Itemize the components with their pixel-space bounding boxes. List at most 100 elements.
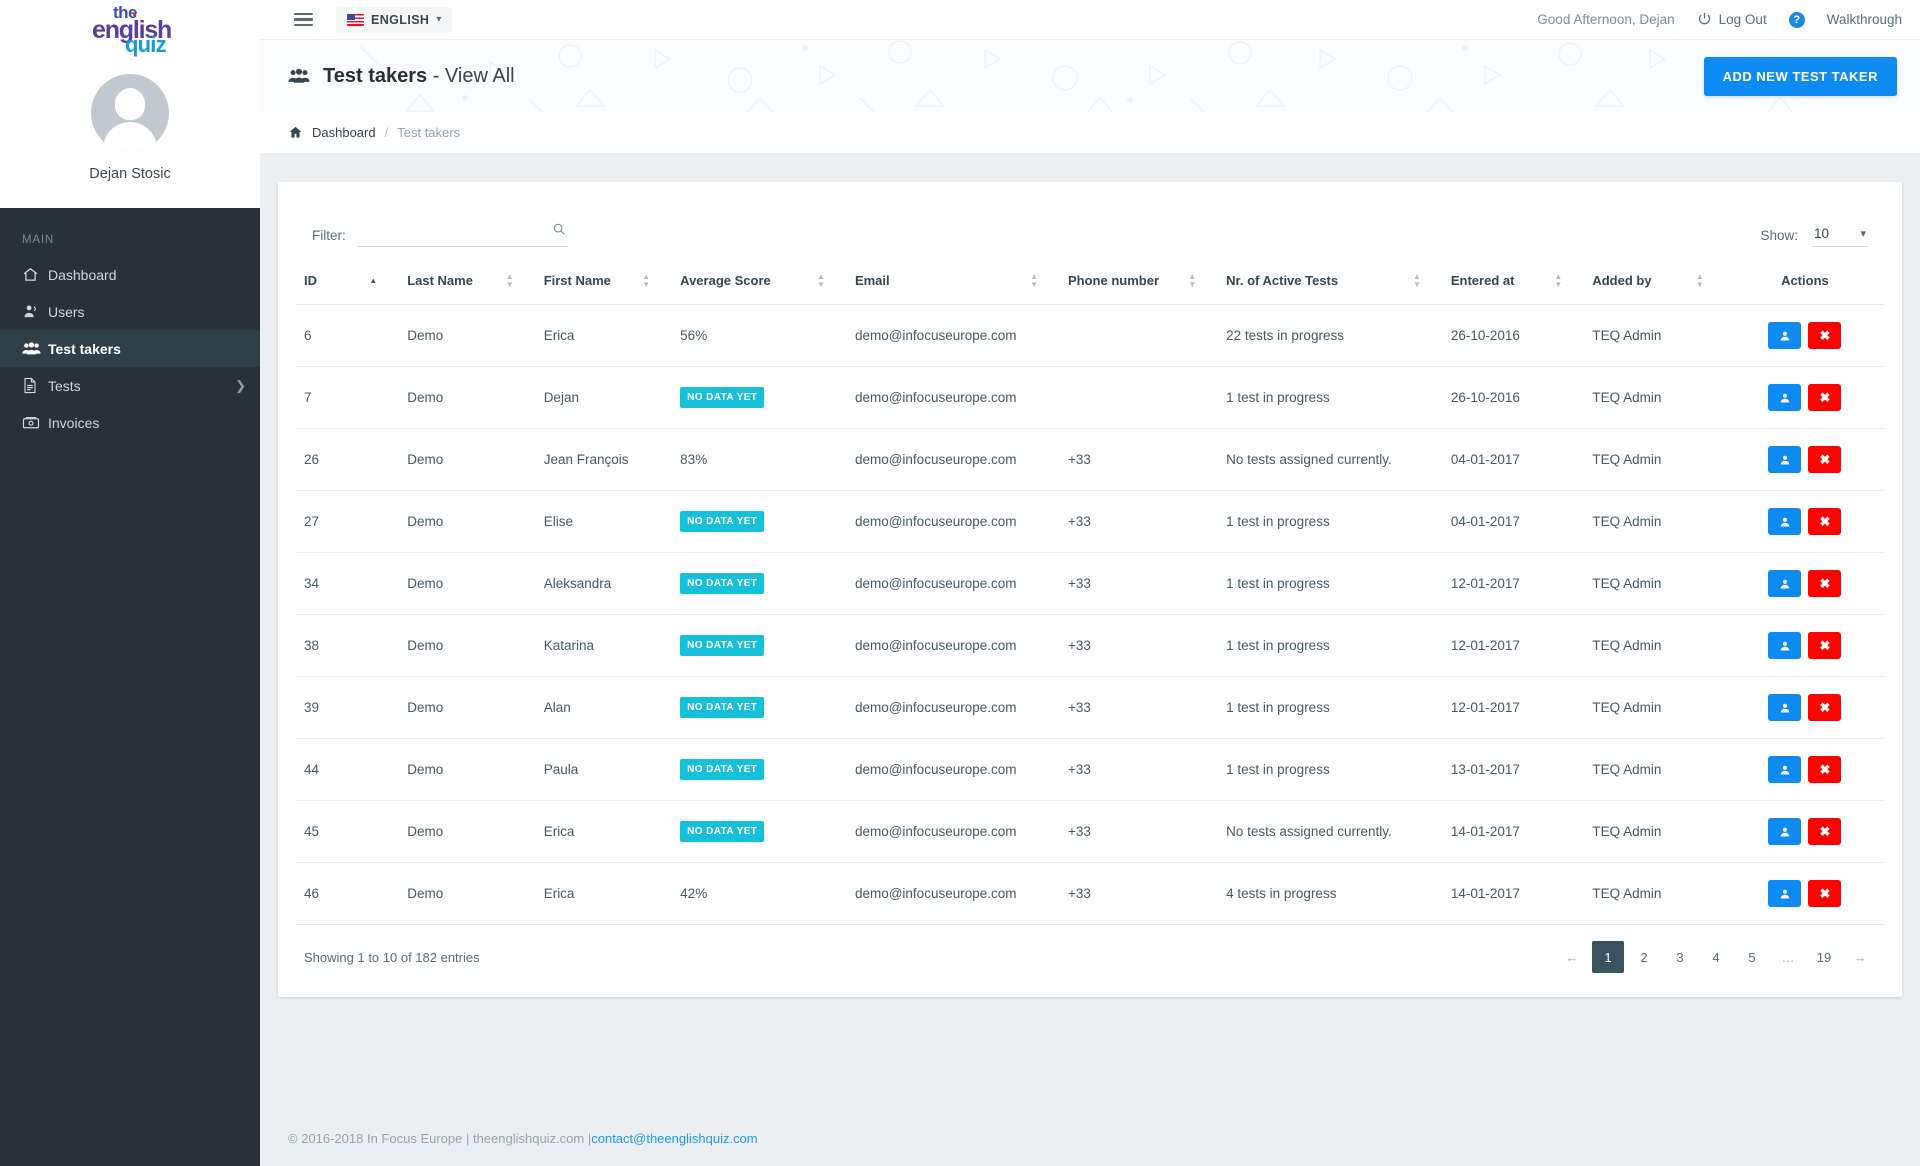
cell-id: 34 <box>296 552 400 615</box>
users-group-icon <box>22 340 48 357</box>
logo-line-quiz: quiz <box>125 32 167 57</box>
delete-test-taker-button[interactable]: ✖ <box>1808 818 1842 845</box>
table-footer: Showing 1 to 10 of 182 entries ← 1 2 3 4 5 … 19… <box>296 925 1884 979</box>
cell-entered-at: 12-01-2017 <box>1442 676 1585 739</box>
view-test-taker-button[interactable] <box>1768 570 1802 597</box>
cell-first-name-text: Elise <box>543 514 573 529</box>
users-group-icon <box>288 67 310 85</box>
cell-active-tests-text: No tests assigned currently. <box>1226 824 1392 839</box>
view-test-taker-button[interactable] <box>1768 322 1802 349</box>
delete-test-taker-button[interactable]: ✖ <box>1808 446 1842 473</box>
table-row: 39 Demo Alan NO DATA YET demo@infocuseurope.… <box>296 676 1884 739</box>
view-test-taker-button[interactable] <box>1768 694 1802 721</box>
sidebar-label-invoices: Invoices <box>48 414 100 431</box>
pagination-page[interactable]: 4 <box>1700 941 1732 973</box>
cell-first-name-text: Erica <box>543 328 575 343</box>
col-entered-at[interactable]: Entered at ▲ ▼ <box>1442 257 1585 305</box>
footer-email-link[interactable]: contact@theenglishquiz.com <box>591 1131 757 1146</box>
delete-test-taker-button[interactable]: ✖ <box>1808 322 1842 349</box>
cell-id-text: 46 <box>304 886 320 901</box>
entries-count: Showing 1 to 10 of 182 entries <box>304 949 480 965</box>
cell-added-by-text: TEQ Admin <box>1592 452 1662 467</box>
pagination-page[interactable]: 5 <box>1736 941 1768 973</box>
add-new-test-taker-button[interactable]: ADD NEW TEST TAKER <box>1703 56 1897 96</box>
cell-added-by-text: TEQ Admin <box>1592 886 1662 901</box>
col-active-tests[interactable]: Nr. of Active Tests ▲ ▼ <box>1218 257 1443 305</box>
sort-asc-icon: ▲ <box>369 276 378 285</box>
cell-email: demo@infocuseurope.com <box>846 738 1060 801</box>
language-label: ENGLISH <box>371 12 430 27</box>
cell-score: 56% <box>672 304 847 367</box>
content-area: Filter: Show: 10 ▾ ID ▲ Last Name ▲ ▼ Fi… <box>260 154 1920 1110</box>
col-phone[interactable]: Phone number ▲ ▼ <box>1060 257 1219 305</box>
col-average-score[interactable]: Average Score ▲ ▼ <box>672 257 847 305</box>
delete-test-taker-button[interactable]: ✖ <box>1808 694 1842 721</box>
col-id[interactable]: ID ▲ <box>296 257 400 305</box>
delete-test-taker-button[interactable]: ✖ <box>1808 570 1842 597</box>
view-test-taker-button[interactable] <box>1768 508 1802 535</box>
col-last-name[interactable]: Last Name ▲ ▼ <box>399 257 536 305</box>
view-test-taker-button[interactable] <box>1768 384 1802 411</box>
no-data-badge: NO DATA YET <box>680 635 765 656</box>
view-test-taker-button[interactable] <box>1768 446 1802 473</box>
logo-area[interactable]: the english quiz <box>0 0 260 60</box>
cell-added-by: TEQ Admin <box>1584 676 1726 739</box>
walkthrough-link[interactable]: Walkthrough <box>1827 12 1902 27</box>
home-icon <box>22 266 48 283</box>
cell-last-name: Demo <box>399 614 536 677</box>
cell-average-score: 83% <box>680 452 708 467</box>
page-size-value: 10 <box>1814 225 1830 241</box>
breadcrumb-dashboard[interactable]: Dashboard <box>312 125 376 140</box>
pagination-page[interactable]: 19 <box>1808 941 1840 973</box>
page-size-select[interactable]: 10 ▾ <box>1812 223 1868 247</box>
breadcrumb: Dashboard / Test takers <box>260 112 1920 154</box>
pagination-page[interactable]: 2 <box>1628 941 1660 973</box>
sidebar: the english quiz Dejan Stosic MAIN Dashb… <box>0 0 260 1166</box>
col-email[interactable]: Email ▲ ▼ <box>846 257 1060 305</box>
cell-id: 44 <box>296 738 400 801</box>
logo-dot <box>133 13 136 16</box>
view-test-taker-button[interactable] <box>1768 818 1802 845</box>
filter-input[interactable] <box>357 222 568 246</box>
pagination-next[interactable]: → <box>1844 941 1876 973</box>
view-test-taker-button[interactable] <box>1768 632 1802 659</box>
delete-test-taker-button[interactable]: ✖ <box>1808 756 1842 783</box>
home-icon[interactable] <box>288 125 303 140</box>
cell-entered-at-text: 12-01-2017 <box>1450 700 1520 715</box>
delete-test-taker-button[interactable]: ✖ <box>1808 384 1842 411</box>
no-data-badge: NO DATA YET <box>680 387 765 408</box>
cell-score: NO DATA YET <box>672 490 847 553</box>
cell-email-text: demo@infocuseurope.com <box>854 762 1017 777</box>
delete-test-taker-button[interactable]: ✖ <box>1808 880 1842 907</box>
cell-active-tests: 1 test in progress <box>1218 676 1443 739</box>
help-icon[interactable]: ? <box>1788 11 1805 28</box>
avatar <box>91 74 169 152</box>
pagination-page[interactable]: 3 <box>1664 941 1696 973</box>
col-first-name[interactable]: First Name ▲ ▼ <box>535 257 673 305</box>
sidebar-item-invoices[interactable]: Invoices <box>0 404 260 441</box>
logout-button[interactable]: Log Out <box>1697 11 1767 29</box>
view-test-taker-button[interactable] <box>1768 880 1802 907</box>
pagination-page[interactable]: 1 <box>1592 941 1624 973</box>
menu-toggle-icon[interactable] <box>284 12 322 27</box>
view-test-taker-button[interactable] <box>1768 756 1802 783</box>
delete-test-taker-button[interactable]: ✖ <box>1808 508 1842 535</box>
sidebar-item-tests[interactable]: Tests ❯ <box>0 367 260 404</box>
search-icon[interactable] <box>552 222 566 241</box>
col-label-email: Email <box>854 273 890 288</box>
chevron-down-icon: ▾ <box>1860 227 1866 240</box>
sidebar-item-users[interactable]: Users <box>0 293 260 330</box>
sidebar-item-dashboard[interactable]: Dashboard <box>0 256 260 293</box>
table-row: 7 Demo Dejan NO DATA YET demo@infocuseurope.… <box>296 366 1884 429</box>
cell-first-name-text: Jean François <box>543 452 629 467</box>
delete-test-taker-button[interactable]: ✖ <box>1808 632 1842 659</box>
sort-icon: ▲ ▼ <box>817 272 825 289</box>
col-added-by[interactable]: Added by ▲ ▼ <box>1584 257 1726 305</box>
sidebar-item-test-takers[interactable]: Test takers <box>0 330 260 367</box>
pagination-prev[interactable]: ← <box>1556 941 1588 973</box>
language-selector[interactable]: ENGLISH ▾ <box>336 6 453 33</box>
cell-email: demo@infocuseurope.com <box>846 366 1060 429</box>
cell-added-by-text: TEQ Admin <box>1592 700 1662 715</box>
cell-actions: ✖ <box>1725 614 1884 677</box>
cell-id-text: 38 <box>304 638 320 653</box>
